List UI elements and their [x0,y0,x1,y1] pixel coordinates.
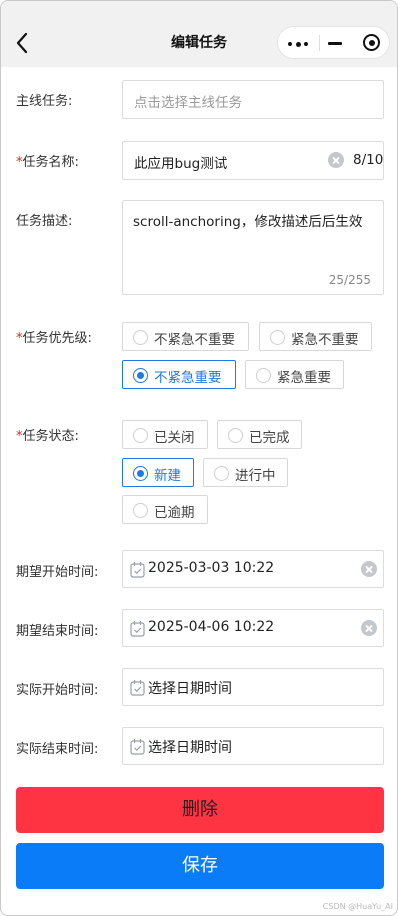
main-task-placeholder: 点击选择主线任务 [134,95,242,111]
radio-circle [228,427,243,443]
task-desc-counter: 25/255 [328,273,371,287]
clear-icon[interactable] [361,620,377,636]
task-desc-value: scroll-anchoring，修改描述后后生效 [133,214,363,230]
priority-option-label: 不紧急重要 [154,370,222,386]
task-desc-textarea[interactable]: scroll-anchoring，修改描述后后生效 25/255 [122,200,384,295]
task-name-value: 此应用bug测试 [134,156,228,172]
status-option[interactable]: 已关闭 [122,420,208,449]
calendar-icon [130,621,145,637]
radio-circle [133,427,148,443]
delete-button[interactable]: 删除 [16,787,384,833]
priority-option[interactable]: 紧急重要 [245,360,344,389]
actual-end-picker[interactable]: 选择日期时间 [122,727,384,765]
status-option-label: 已完成 [249,430,290,446]
radio-circle [214,465,229,481]
watermark: CSDN @HuaYu_AI [322,902,393,911]
status-option-selected[interactable]: 新建 [122,458,194,487]
expected-start-picker[interactable]: 2025-03-03 10:22 [122,550,384,588]
status-option[interactable]: 已完成 [217,420,302,449]
status-option-label: 已关闭 [154,430,195,446]
expected-start-label: 期望开始时间: [16,565,99,580]
priority-option[interactable]: 不紧急不重要 [122,322,249,351]
task-name-label: *任务名称: [16,151,79,170]
status-option-label: 已逾期 [154,505,195,521]
priority-option-label: 不紧急不重要 [154,332,235,348]
clear-icon[interactable] [361,561,377,577]
main-task-picker[interactable]: 点击选择主线任务 [122,80,384,119]
calendar-icon [130,562,145,578]
save-button[interactable]: 保存 [16,843,384,889]
calendar-icon [130,680,145,696]
minimize-icon[interactable] [328,42,342,45]
radio-circle [133,502,148,518]
expected-end-picker[interactable]: 2025-04-06 10:22 [122,609,384,647]
main-task-label: 主线任务: [16,94,73,109]
actual-start-picker[interactable]: 选择日期时间 [122,668,384,706]
actual-start-placeholder: 选择日期时间 [148,681,232,697]
task-name-counter: 8/10 [353,152,384,168]
priority-option-selected[interactable]: 不紧急重要 [122,360,236,389]
expected-end-label: 期望结束时间: [16,624,99,639]
priority-label: *任务优先级: [16,327,92,346]
task-desc-label: 任务描述: [16,214,73,229]
status-option-label: 进行中 [235,468,276,484]
screen: 编辑任务 主线任务: 点击选择主线任务 *任务名称: 此应用bug测试 8/10… [0,0,398,916]
expected-start-value: 2025-03-03 10:22 [148,560,275,576]
capsule-divider [319,35,320,51]
actual-end-label: 实际结束时间: [16,742,99,757]
task-name-input[interactable]: 此应用bug测试 8/10 [122,141,384,180]
status-option[interactable]: 已逾期 [122,495,208,524]
priority-option[interactable]: 紧急不重要 [259,322,372,351]
calendar-icon [130,739,145,755]
status-label-text: 任务状态: [22,429,79,444]
actual-end-placeholder: 选择日期时间 [148,740,232,756]
actual-start-label: 实际开始时间: [16,683,99,698]
clear-icon[interactable] [328,152,344,168]
more-icon[interactable] [287,36,309,50]
status-option[interactable]: 进行中 [203,458,288,487]
task-name-label-text: 任务名称: [22,155,79,170]
mini-program-capsule [277,26,390,59]
nav-bar: 编辑任务 [1,1,397,67]
radio-circle-checked [133,367,148,383]
close-icon[interactable] [363,34,380,51]
radio-circle [133,329,148,345]
radio-circle [256,367,271,383]
priority-option-label: 紧急不重要 [291,332,359,348]
priority-option-label: 紧急重要 [277,370,331,386]
radio-circle-checked [133,465,148,481]
radio-circle [270,329,285,345]
expected-end-value: 2025-04-06 10:22 [148,619,275,635]
priority-label-text: 任务优先级: [22,331,92,346]
status-option-label: 新建 [154,468,181,484]
status-label: *任务状态: [16,425,79,444]
